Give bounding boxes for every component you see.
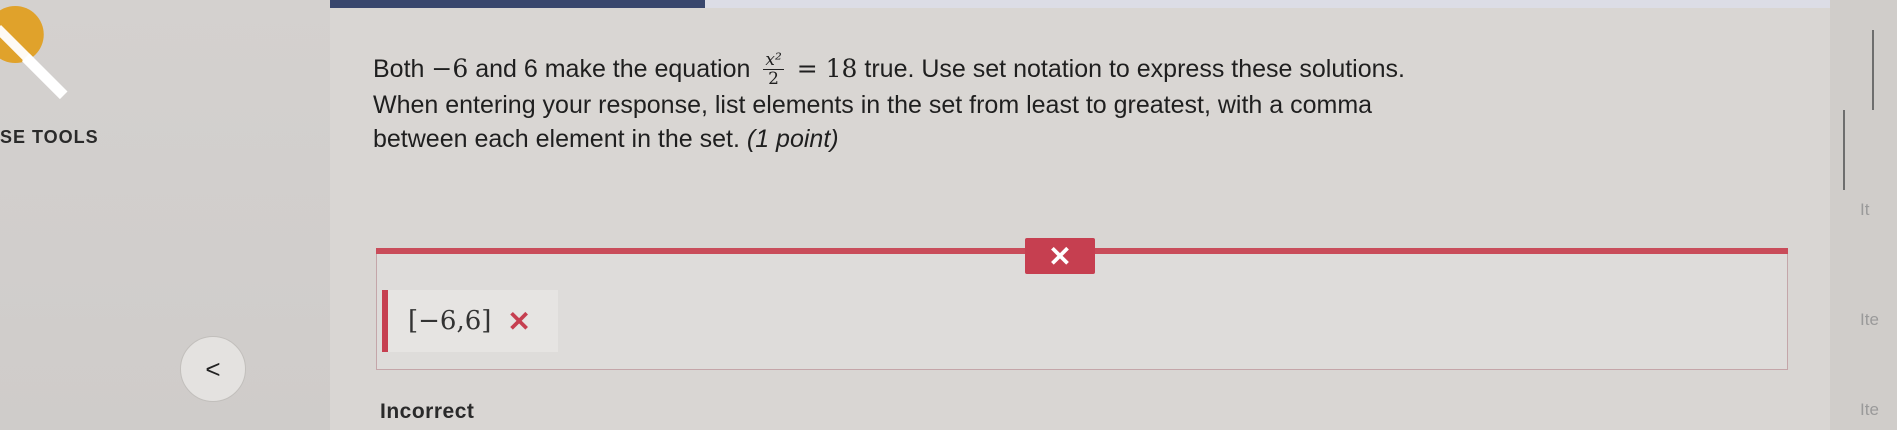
- equation-fraction: x² 2: [763, 50, 784, 90]
- tools-label[interactable]: SE TOOLS: [0, 127, 99, 148]
- question-text: Both −6 and 6 make the equation x² 2 = 1…: [373, 52, 1813, 156]
- right-divider: [1843, 110, 1845, 190]
- question-line-3: between each element in the set. (1 poin…: [373, 122, 1813, 156]
- right-divider: [1872, 30, 1874, 110]
- right-item-label[interactable]: Ite: [1860, 310, 1879, 330]
- incorrect-x-icon: ✕: [507, 305, 531, 337]
- question-text-part: Both: [373, 55, 425, 83]
- equation-rhs: = 18: [796, 54, 858, 83]
- question-line-1: Both −6 and 6 make the equation x² 2 = 1…: [373, 50, 1813, 90]
- right-item-label[interactable]: Ite: [1860, 400, 1879, 420]
- back-button[interactable]: <: [180, 336, 246, 402]
- chevron-left-icon: <: [205, 353, 221, 384]
- submitted-answer: [−6,6] ✕: [382, 290, 558, 352]
- question-line-2: When entering your response, list elemen…: [373, 91, 1373, 120]
- left-sidebar: SE TOOLS <: [0, 0, 330, 430]
- answer-value: [−6,6]: [408, 306, 492, 336]
- wrench-icon[interactable]: [0, 6, 77, 101]
- question-text-part: and 6 make the equation: [475, 55, 751, 83]
- fraction-numerator: x²: [763, 50, 784, 71]
- point-value: (1 point): [746, 125, 839, 154]
- question-text-part: between each element in the set.: [373, 125, 740, 154]
- close-icon[interactable]: ✕: [1025, 238, 1095, 274]
- negative-six: −6: [431, 54, 469, 83]
- right-item-label[interactable]: It: [1860, 200, 1869, 220]
- result-status: Incorrect: [380, 400, 475, 423]
- question-panel: Both −6 and 6 make the equation x² 2 = 1…: [330, 0, 1830, 430]
- fraction-denominator: 2: [768, 69, 779, 90]
- question-text-part: true. Use set notation to express these …: [864, 55, 1405, 83]
